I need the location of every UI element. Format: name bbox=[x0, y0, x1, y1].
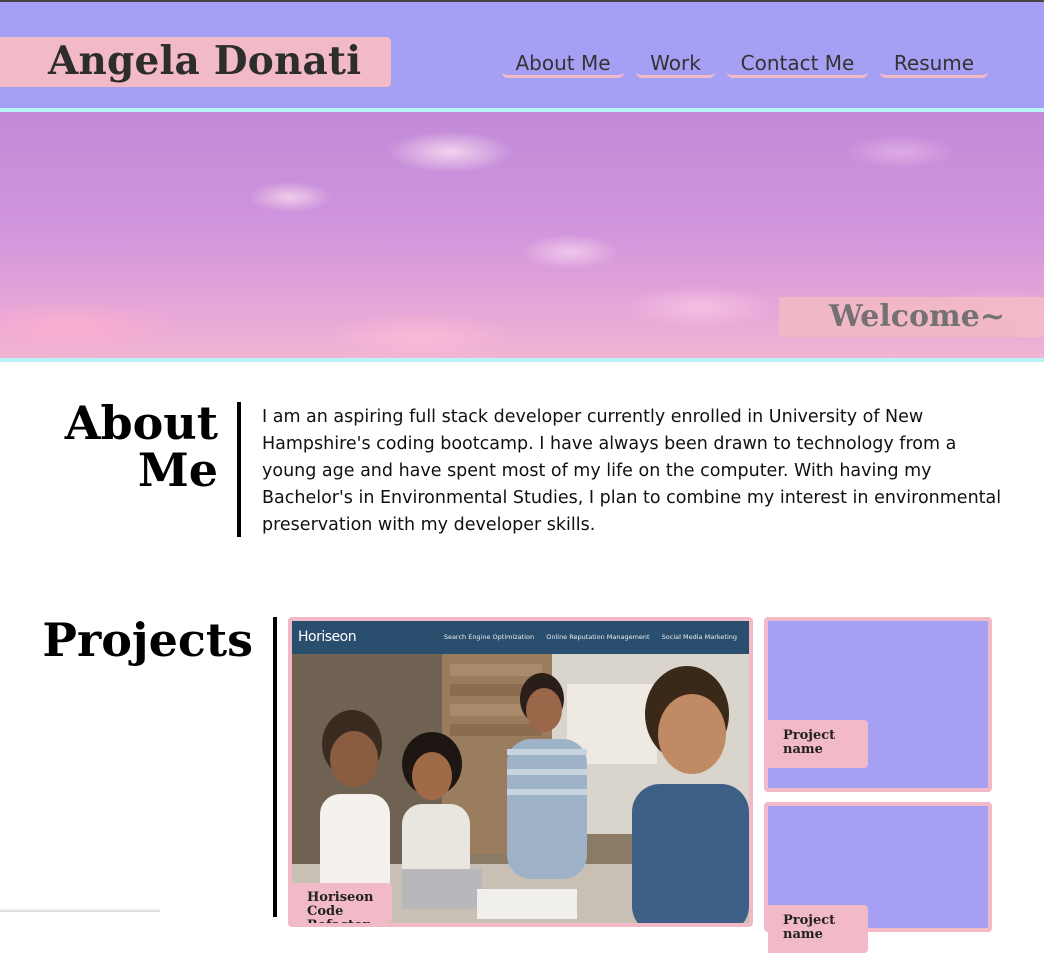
hero-banner: Welcome~ bbox=[0, 112, 1044, 362]
bottom-shadow bbox=[0, 908, 160, 912]
welcome-box: Welcome~ bbox=[779, 297, 1044, 337]
about-heading-line2: Me bbox=[137, 443, 218, 497]
projects-heading: Projects bbox=[42, 613, 253, 667]
project-screenshot-menu-item: Search Engine Optimization bbox=[443, 633, 535, 641]
project-screenshot-logo: Horiseon bbox=[298, 629, 357, 645]
project-screenshot-menu-item: Online Reputation Management bbox=[546, 633, 650, 641]
project-card-label: Project name bbox=[768, 720, 868, 768]
project-card-label: Project name bbox=[768, 905, 868, 953]
project-card-2[interactable]: Project name bbox=[764, 802, 992, 953]
site-header: Angela Donati About Me Work Contact Me R… bbox=[0, 2, 1044, 112]
project-card-featured[interactable]: Horiseon Search Engine Optimization Onli… bbox=[288, 617, 753, 927]
project-card-1[interactable]: Project name bbox=[764, 617, 992, 792]
about-text: I am an aspiring full stack developer cu… bbox=[262, 407, 1002, 535]
project-screenshot-menu: Search Engine Optimization Online Reputa… bbox=[434, 621, 737, 654]
project-screenshot-nav: Horiseon Search Engine Optimization Onli… bbox=[292, 621, 749, 654]
nav-link-resume[interactable]: Resume bbox=[880, 46, 988, 78]
nav-link-about-me[interactable]: About Me bbox=[502, 46, 624, 78]
about-heading-line1: About bbox=[64, 396, 218, 450]
nav-link-work[interactable]: Work bbox=[636, 46, 715, 78]
main-nav: About Me Work Contact Me Resume bbox=[0, 46, 1044, 82]
welcome-text: Welcome~ bbox=[829, 299, 1005, 334]
projects-divider bbox=[273, 617, 277, 917]
project-card-label: Horiseon Code Refactor bbox=[292, 883, 392, 923]
nav-link-contact-me[interactable]: Contact Me bbox=[727, 46, 868, 78]
project-screenshot-menu-item: Social Media Marketing bbox=[661, 633, 737, 641]
about-heading: About Me bbox=[40, 400, 218, 494]
about-divider bbox=[237, 402, 241, 537]
